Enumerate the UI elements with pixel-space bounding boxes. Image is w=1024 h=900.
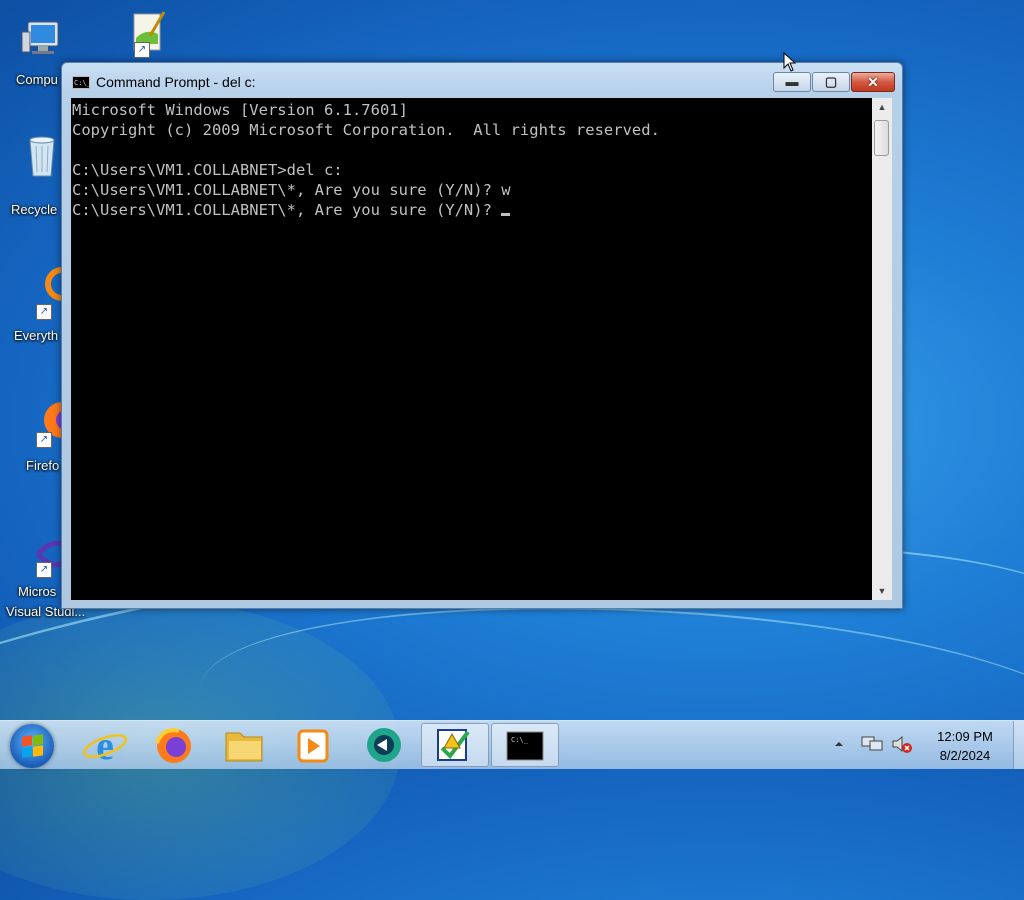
firefox-icon: ↗ bbox=[18, 392, 80, 448]
svg-text:C:\_: C:\_ bbox=[511, 736, 529, 744]
svg-text:e: e bbox=[96, 723, 114, 767]
recycle-bin-icon bbox=[18, 132, 66, 180]
volume-glyph bbox=[892, 735, 912, 753]
console-line: Copyright (c) 2009 Microsoft Corporation… bbox=[72, 121, 660, 139]
minimize-button[interactable]: ▬ bbox=[773, 72, 811, 92]
desktop-icon-label: Recycle bbox=[11, 202, 58, 217]
desktop-icon-label: Micros bbox=[18, 584, 57, 599]
computer-icon bbox=[18, 18, 66, 66]
taskbar-clock[interactable]: 12:09 PM 8/2/2024 bbox=[925, 727, 1005, 765]
taskbar-item-firefox[interactable] bbox=[143, 723, 205, 767]
clock-time: 12:09 PM bbox=[937, 729, 993, 744]
taskbar-item-file-explorer[interactable] bbox=[213, 723, 275, 767]
shortcut-arrow-icon: ↗ bbox=[36, 304, 52, 320]
window-title: Command Prompt - del c: bbox=[96, 74, 256, 90]
show-hidden-icons-arrow[interactable] bbox=[833, 737, 845, 755]
close-icon: ✕ bbox=[867, 74, 879, 90]
show-desktop-button[interactable] bbox=[1013, 721, 1024, 769]
scroll-thumb[interactable] bbox=[874, 120, 889, 156]
notepad-plus-plus-icon: ↗ bbox=[120, 10, 168, 58]
chevron-up-icon bbox=[835, 742, 843, 746]
window-titlebar[interactable]: C:\_ Command Prompt - del c: ▬ ▢ ✕ bbox=[62, 63, 902, 97]
desktop-icon-label: Firefo bbox=[26, 458, 60, 473]
console-line: Microsoft Windows [Version 6.1.7601] bbox=[72, 101, 408, 119]
taskbar-item-green-app[interactable] bbox=[353, 723, 415, 767]
volume-muted-icon[interactable] bbox=[890, 733, 914, 760]
media-player-icon bbox=[297, 729, 329, 763]
windows-logo-icon bbox=[22, 735, 32, 747]
green-circle-app-icon bbox=[367, 728, 401, 762]
cmd-icon: C:\_ bbox=[506, 731, 544, 761]
console-output[interactable]: Microsoft Windows [Version 6.1.7601] Cop… bbox=[71, 98, 872, 600]
shortcut-arrow-icon: ↗ bbox=[36, 432, 52, 448]
desktop-icon-label: Everyth bbox=[14, 328, 59, 343]
taskbar-item-internet-explorer[interactable]: e bbox=[74, 723, 136, 768]
maximize-icon: ▢ bbox=[824, 74, 838, 89]
network-glyph bbox=[861, 736, 883, 751]
mouse-pointer-icon bbox=[783, 52, 797, 72]
windows-logo-part bbox=[33, 745, 43, 757]
console-line: C:\Users\VM1.COLLABNET>del c: bbox=[72, 161, 343, 179]
close-button[interactable]: ✕ bbox=[851, 72, 895, 92]
console-line: C:\Users\VM1.COLLABNET\*, Are you sure (… bbox=[72, 181, 511, 199]
command-prompt-window[interactable]: C:\_ Command Prompt - del c: ▬ ▢ ✕ Micro… bbox=[61, 62, 903, 609]
vertical-scrollbar[interactable]: ▲ ▼ bbox=[872, 98, 892, 600]
maximize-button[interactable]: ▢ bbox=[812, 72, 850, 92]
taskbar-item-command-prompt[interactable]: C:\_ bbox=[491, 723, 559, 767]
cmd-icon: C:\_ bbox=[72, 76, 91, 89]
folder-icon bbox=[225, 732, 263, 762]
clock-date: 8/2/2024 bbox=[939, 748, 991, 763]
windows-logo-part bbox=[33, 734, 43, 746]
firefox-icon bbox=[155, 728, 191, 763]
shortcut-arrow-icon: ↗ bbox=[134, 42, 150, 58]
console-line: C:\Users\VM1.COLLABNET\*, Are you sure (… bbox=[72, 201, 502, 219]
scroll-down-arrow-icon[interactable]: ▼ bbox=[872, 582, 892, 600]
text-cursor bbox=[501, 213, 511, 216]
taskbar: e C:\_ 12:09 PM 8/2/2024 bbox=[0, 720, 1024, 769]
visual-studio-icon: ↗ bbox=[18, 532, 70, 580]
internet-explorer-icon: e bbox=[82, 723, 128, 768]
desktop-icon-notepad-plus-plus[interactable]: ↗ bbox=[104, 10, 184, 62]
network-icon[interactable] bbox=[860, 733, 884, 760]
taskbar-item-media-player[interactable] bbox=[282, 723, 344, 767]
everything-search-icon: ↗ bbox=[18, 262, 79, 320]
minimize-icon: ▬ bbox=[785, 74, 799, 89]
scroll-up-arrow-icon[interactable]: ▲ bbox=[872, 98, 892, 116]
shortcut-arrow-icon: ↗ bbox=[36, 562, 52, 578]
checklist-warning-icon bbox=[437, 729, 470, 761]
console-prompt-line[interactable]: C:\Users\VM1.COLLABNET\*, Are you sure (… bbox=[72, 200, 872, 220]
windows-logo-part bbox=[22, 746, 32, 758]
taskbar-item-task-app[interactable] bbox=[421, 723, 489, 767]
desktop-icon-label: Compu bbox=[16, 72, 58, 87]
start-button[interactable] bbox=[10, 724, 54, 768]
